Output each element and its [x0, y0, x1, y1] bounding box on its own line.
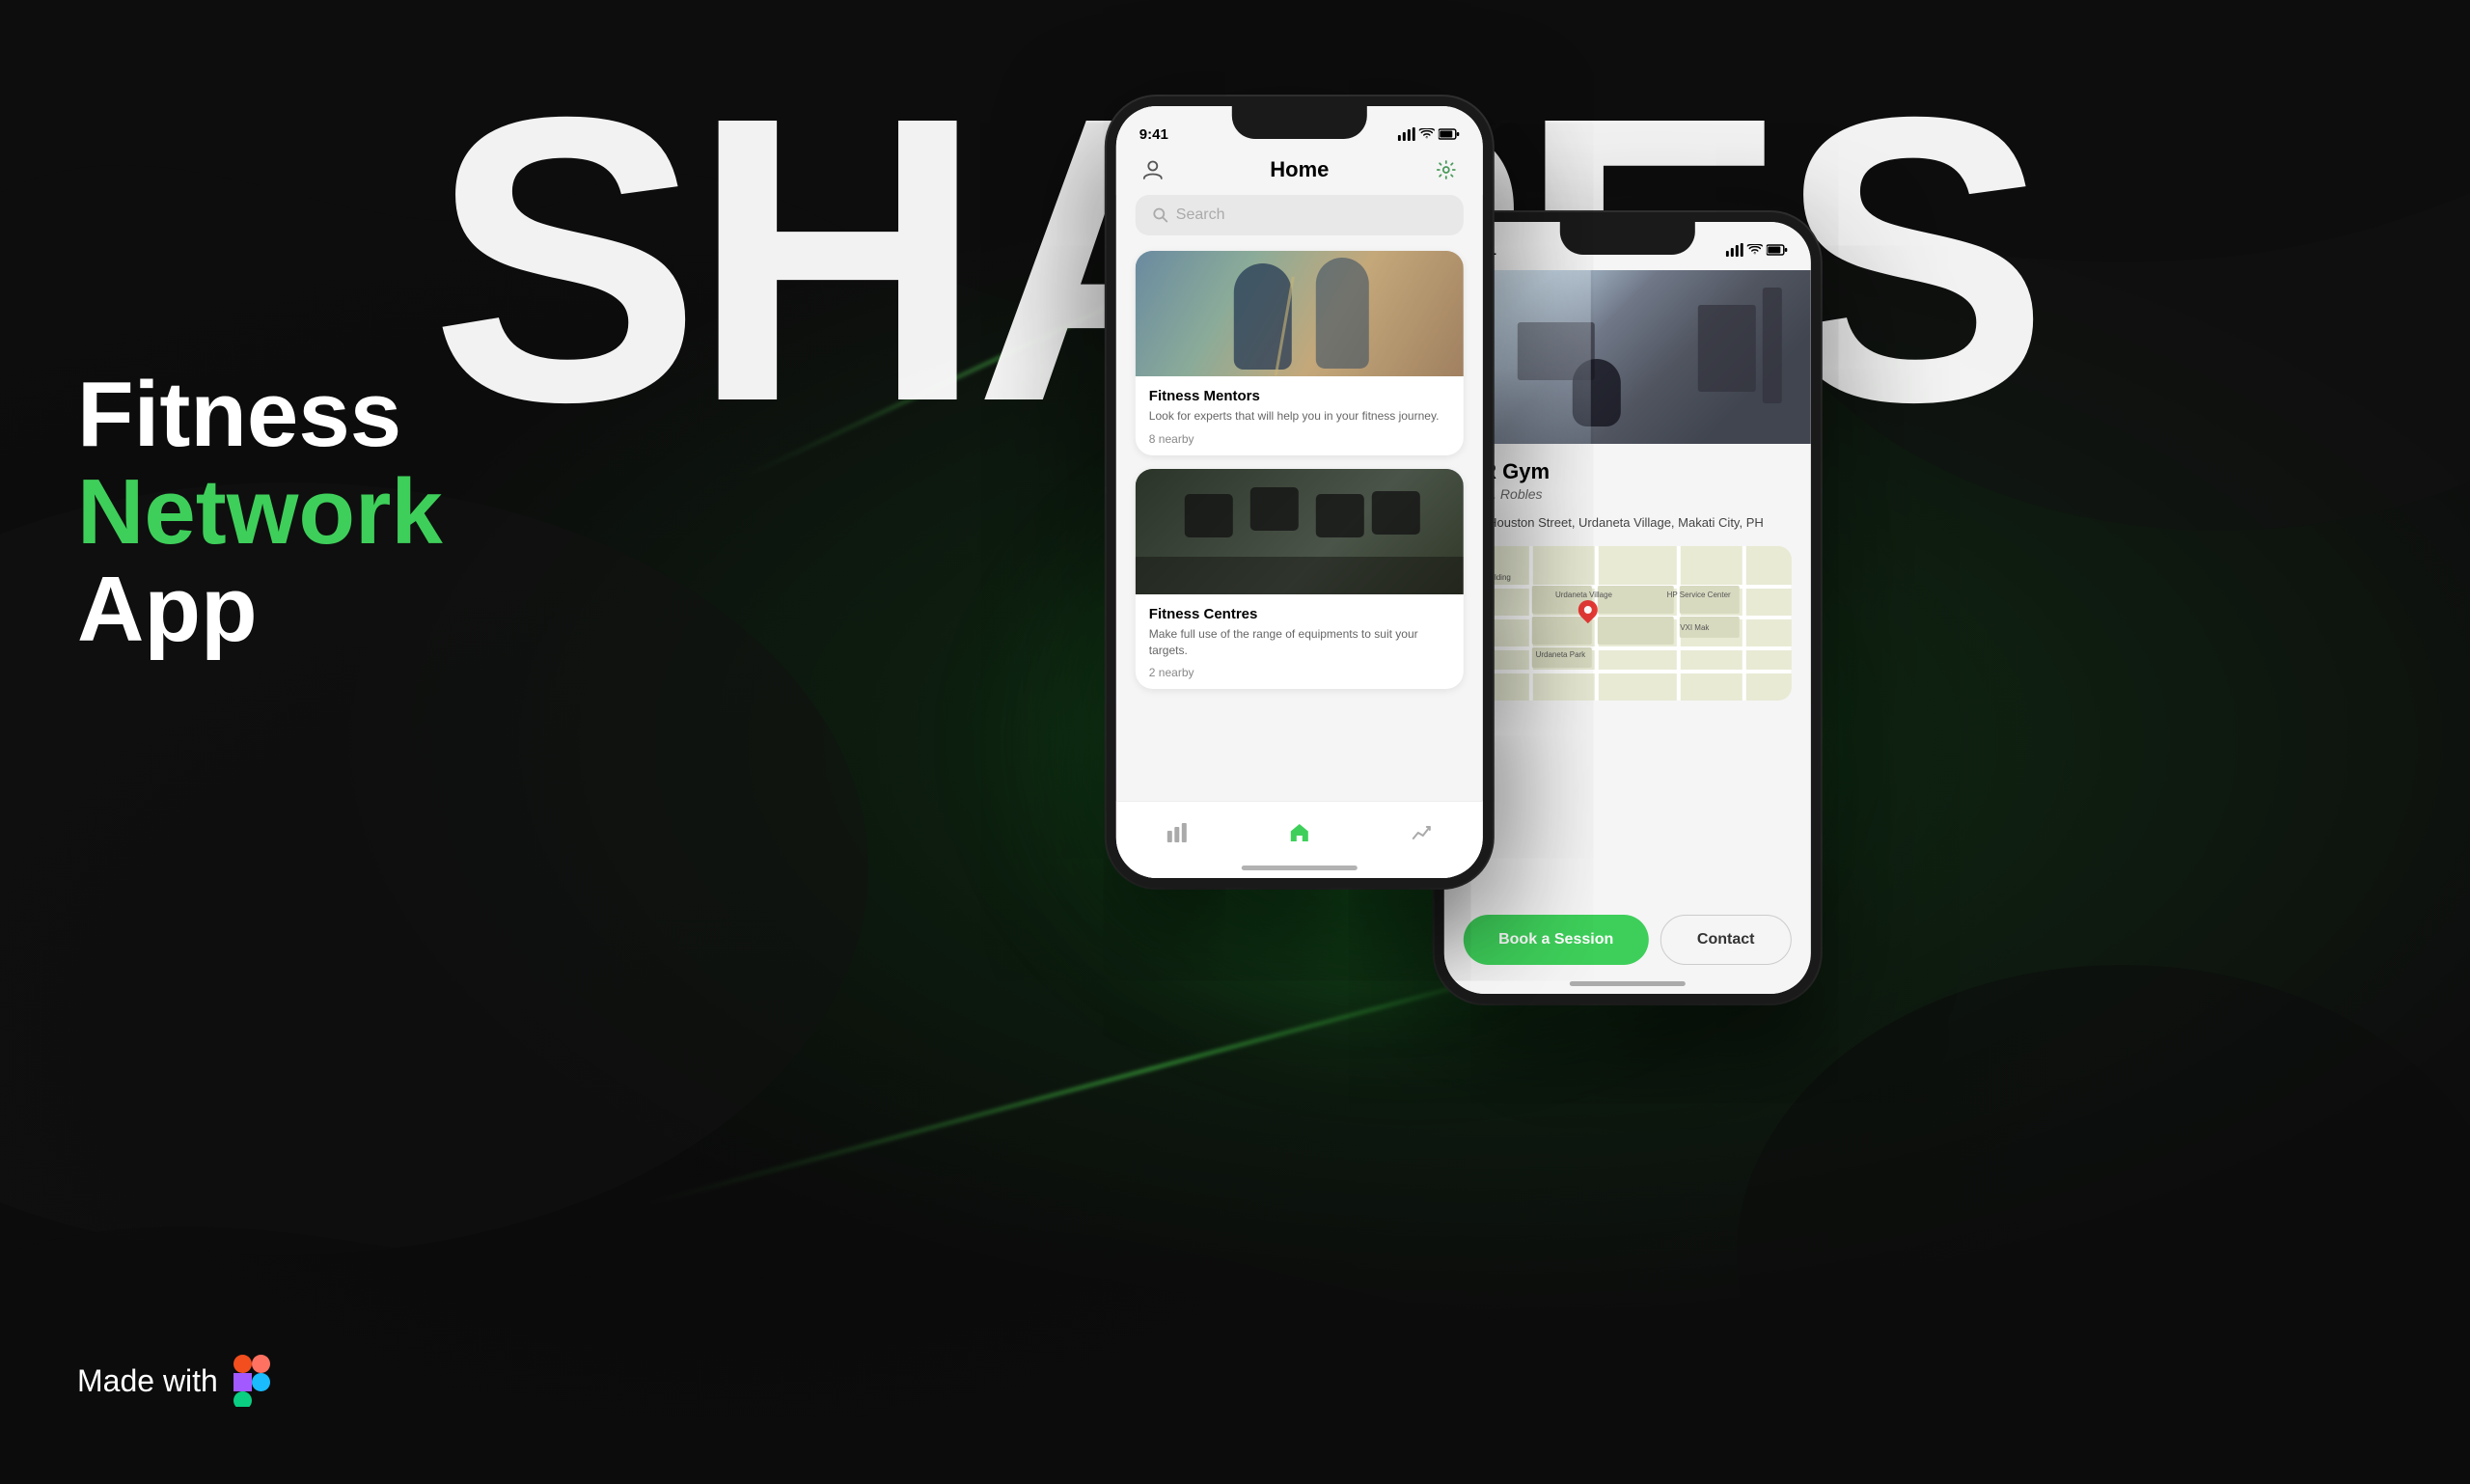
fitness-centres-card[interactable]: Fitness Centres Make full use of the ran… — [1136, 469, 1464, 690]
phone2-status-icons — [1726, 243, 1788, 257]
book-session-button[interactable]: Book a Session — [1464, 915, 1649, 965]
phone1-time: 9:41 — [1139, 126, 1168, 143]
search-icon — [1153, 207, 1168, 223]
contact-button[interactable]: Contact — [1660, 915, 1792, 965]
phone1-notch — [1232, 106, 1367, 139]
network-label: Network — [77, 464, 443, 562]
map-block-5 — [1598, 617, 1673, 645]
map-label-urdaneta: Urdaneta Village — [1555, 591, 1612, 599]
map-label-hp: HP Service Center — [1667, 591, 1731, 599]
phone-1: 9:41 — [1107, 96, 1493, 888]
fitness-centres-body: Fitness Centres Make full use of the ran… — [1136, 594, 1464, 690]
gym-detail-body: MR Gym by M. Robles 193 Houston Street, … — [1444, 444, 1811, 994]
fitness-mentors-card[interactable]: Fitness Mentors Look for experts that wi… — [1136, 251, 1464, 455]
map-label-vxi: VXI Mak — [1680, 623, 1709, 632]
left-content: Fitness Network App — [77, 367, 443, 658]
map-road-v4 — [1743, 546, 1746, 701]
signal-icon — [1398, 127, 1415, 141]
phone2-notch — [1560, 222, 1695, 255]
floor — [1136, 557, 1464, 594]
fitness-mentors-desc: Look for experts that will help you in y… — [1149, 408, 1450, 425]
gym-map[interactable]: Urdaneta Village HP Service Center Urdan… — [1464, 546, 1792, 701]
phone1-screen: 9:41 — [1116, 106, 1483, 878]
fitness-mentors-image — [1136, 251, 1464, 376]
fitness-centres-image — [1136, 469, 1464, 594]
search-placeholder: Search — [1176, 206, 1225, 224]
fitness-mentors-nearby: 8 nearby — [1149, 432, 1450, 446]
home-indicator-1 — [1242, 866, 1358, 870]
fitness-centres-desc: Make full use of the range of equipments… — [1149, 626, 1450, 659]
equipment-2 — [1762, 288, 1781, 403]
bike-3 — [1316, 494, 1364, 537]
wifi-icon — [1419, 128, 1435, 140]
tab-home[interactable] — [1280, 813, 1319, 852]
tab-stats[interactable] — [1158, 813, 1196, 852]
phone2-screen: 9:41 — [1444, 222, 1811, 994]
tab-trends[interactable] — [1402, 813, 1441, 852]
home-indicator-2 — [1570, 981, 1686, 986]
person-figure-1 — [1234, 263, 1292, 370]
phone1-nav-title: Home — [1270, 157, 1329, 182]
fitness-mentors-body: Fitness Mentors Look for experts that wi… — [1136, 376, 1464, 455]
phones-container: 9:41 — [1107, 77, 1821, 1003]
map-label-park: Urdaneta Park — [1536, 650, 1586, 659]
gym-by: by M. Robles — [1464, 486, 1792, 502]
fitness-label: Fitness — [77, 367, 443, 464]
made-with-section: Made with — [77, 1355, 270, 1407]
app-label: App — [77, 562, 443, 659]
gym-buttons: Book a Session Contact — [1444, 915, 1811, 965]
profile-icon[interactable] — [1139, 156, 1166, 183]
search-bar[interactable]: Search — [1136, 195, 1464, 235]
fitness-centres-nearby: 2 nearby — [1149, 666, 1450, 679]
phone2-battery-icon — [1767, 244, 1788, 256]
fitness-centres-title: Fitness Centres — [1149, 606, 1450, 622]
gym-hero-image — [1444, 270, 1811, 444]
phone1-status-icons — [1398, 127, 1460, 141]
map-block-4 — [1532, 617, 1591, 645]
phone2-signal-icon — [1726, 243, 1743, 257]
bike-2 — [1250, 487, 1299, 531]
phone2-wifi-icon — [1747, 244, 1763, 256]
made-with-label: Made with — [77, 1363, 218, 1399]
settings-icon[interactable] — [1433, 156, 1460, 183]
figma-icon — [233, 1355, 270, 1407]
battery-icon — [1439, 128, 1460, 140]
map-background: Urdaneta Village HP Service Center Urdan… — [1464, 546, 1792, 701]
bike-1 — [1185, 494, 1233, 537]
person-figure-2 — [1316, 258, 1369, 369]
gym-name: MR Gym — [1464, 459, 1792, 484]
bike-4 — [1372, 491, 1420, 535]
equipment-1 — [1698, 305, 1756, 392]
gym-address: 193 Houston Street, Urdaneta Village, Ma… — [1464, 513, 1792, 533]
fitness-mentors-title: Fitness Mentors — [1149, 388, 1450, 404]
